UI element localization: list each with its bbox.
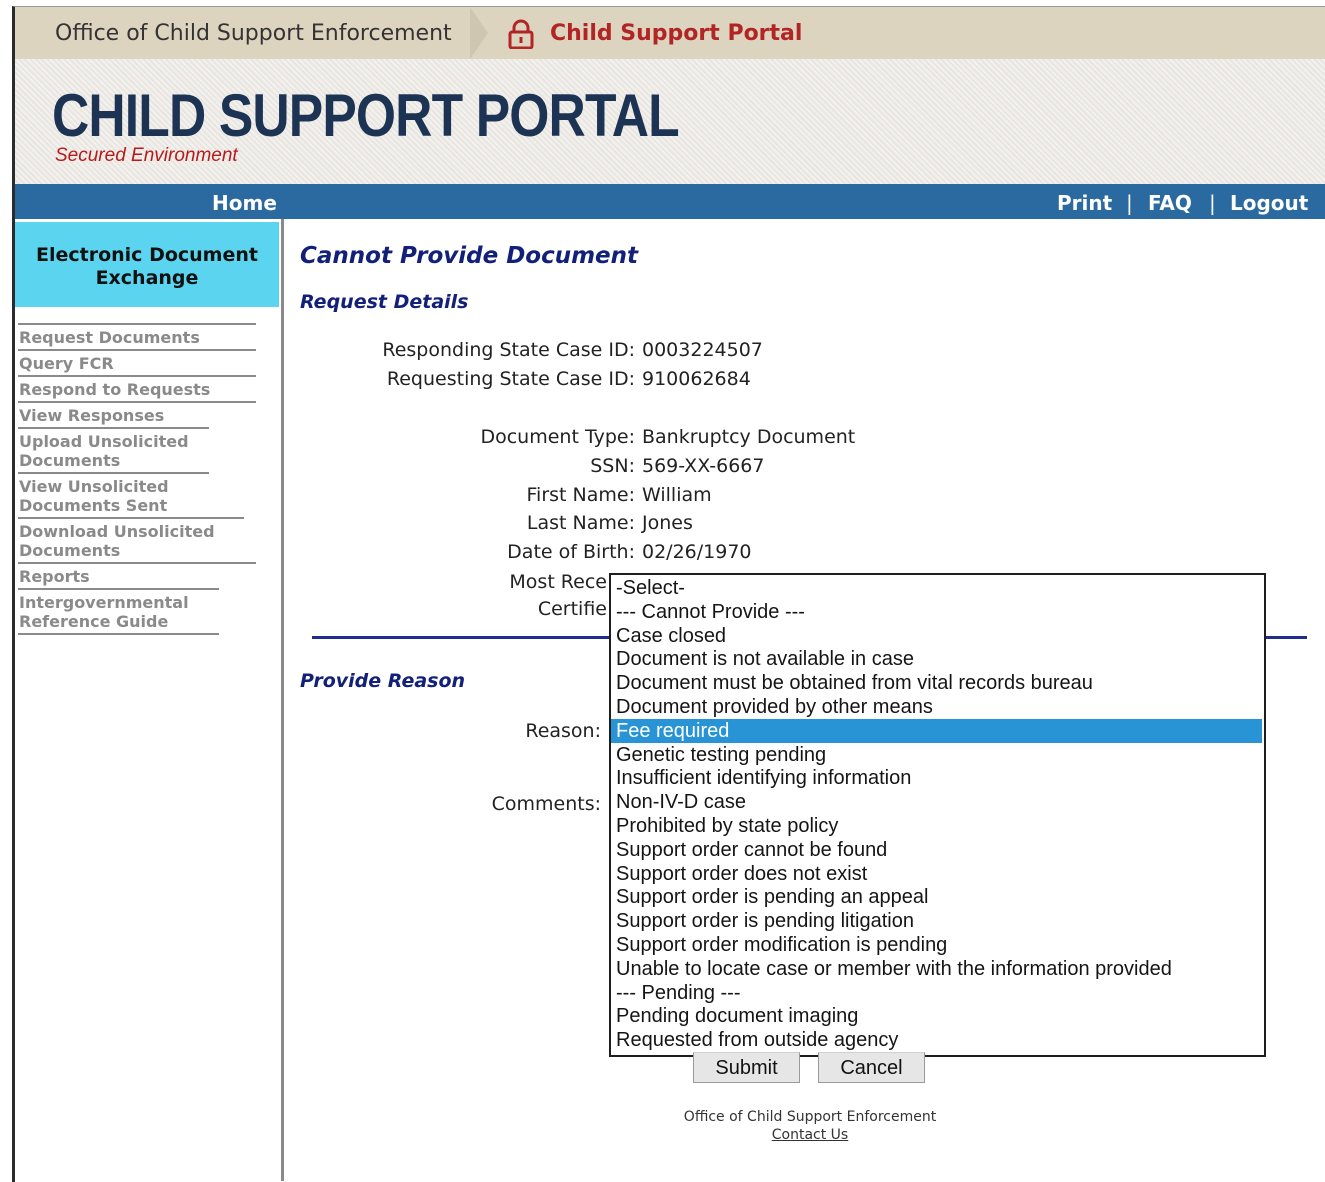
request-details-heading: Request Details bbox=[300, 291, 469, 313]
responding-case-label: Responding State Case ID: bbox=[382, 339, 635, 361]
nav-faq-link[interactable]: FAQ bbox=[1148, 191, 1192, 215]
reason-option[interactable]: Support order does not exist bbox=[611, 862, 1262, 886]
reason-option[interactable]: --- Pending --- bbox=[611, 981, 1262, 1005]
lock-icon bbox=[508, 19, 534, 49]
reason-option[interactable]: Genetic testing pending bbox=[611, 743, 1262, 767]
sidebar: Electronic Document Exchange Request Doc… bbox=[15, 219, 284, 1181]
certified-label: Certifie bbox=[537, 598, 607, 620]
document-type-label: Document Type: bbox=[480, 426, 635, 448]
last-name-label: Last Name: bbox=[526, 512, 635, 534]
reason-option[interactable]: Unable to locate case or member with the… bbox=[611, 957, 1262, 981]
reason-option[interactable]: Document is not available in case bbox=[611, 647, 1262, 671]
sidebar-item-view-responses[interactable]: View Responses bbox=[18, 401, 256, 427]
breadcrumb-separator bbox=[470, 7, 488, 59]
reason-option[interactable]: --- Cannot Provide --- bbox=[611, 600, 1262, 624]
reason-option[interactable]: Document must be obtained from vital rec… bbox=[611, 671, 1262, 695]
comments-label: Comments: bbox=[491, 793, 601, 815]
sidebar-header-line: Exchange bbox=[95, 267, 199, 289]
reason-option[interactable]: Pending document imaging bbox=[611, 1004, 1262, 1028]
sidebar-item-reports[interactable]: Reports bbox=[18, 562, 256, 588]
reason-option[interactable]: Requested from outside agency bbox=[611, 1028, 1262, 1052]
ssn-label: SSN: bbox=[590, 455, 635, 477]
reason-option[interactable]: Insufficient identifying information bbox=[611, 766, 1262, 790]
first-name-label: First Name: bbox=[526, 484, 635, 506]
sidebar-header: Electronic Document Exchange bbox=[15, 222, 279, 307]
top-strip: Office of Child Support Enforcement Chil… bbox=[15, 7, 1325, 59]
footer-org: Office of Child Support Enforcement bbox=[683, 1109, 937, 1125]
reason-option[interactable]: -Select- bbox=[611, 576, 1262, 600]
cancel-button[interactable]: Cancel bbox=[818, 1052, 925, 1083]
sidebar-menu: Request Documents Query FCR Respond to R… bbox=[18, 323, 256, 635]
nav-bar: Home Print | FAQ | Logout bbox=[15, 184, 1325, 219]
nav-separator: | bbox=[1209, 191, 1216, 215]
reason-option[interactable]: Support order cannot be found bbox=[611, 838, 1262, 862]
submit-button[interactable]: Submit bbox=[693, 1052, 800, 1083]
reason-option[interactable]: Non-IV-D case bbox=[611, 790, 1262, 814]
nav-logout-link[interactable]: Logout bbox=[1230, 191, 1308, 215]
reason-option[interactable]: Support order modification is pending bbox=[611, 933, 1262, 957]
reason-label: Reason: bbox=[525, 720, 601, 742]
reason-option[interactable]: Support order is pending litigation bbox=[611, 909, 1262, 933]
portal-banner: CHILD SUPPORT PORTAL Secured Environment bbox=[15, 59, 1325, 184]
portal-link[interactable]: Child Support Portal bbox=[550, 21, 802, 46]
sidebar-item-query-fcr[interactable]: Query FCR bbox=[18, 349, 256, 375]
sidebar-item-download-unsolicited[interactable]: Download Unsolicited Documents bbox=[18, 517, 244, 562]
sidebar-item-view-unsolicited-sent[interactable]: View Unsolicited Documents Sent bbox=[18, 472, 209, 517]
nav-separator: | bbox=[1126, 191, 1133, 215]
provide-reason-heading: Provide Reason bbox=[300, 670, 466, 692]
reason-option[interactable]: Support order is pending an appeal bbox=[611, 885, 1262, 909]
sidebar-item-reference-guide[interactable]: Intergovernmental Reference Guide bbox=[18, 588, 219, 635]
agency-link[interactable]: Office of Child Support Enforcement bbox=[55, 21, 452, 46]
sidebar-item-upload-unsolicited[interactable]: Upload Unsolicited Documents bbox=[18, 427, 209, 472]
portal-subtitle: Secured Environment bbox=[55, 145, 238, 166]
reason-option[interactable]: Document provided by other means bbox=[611, 695, 1262, 719]
most-recent-label: Most Rece bbox=[509, 571, 607, 593]
portal-title: CHILD SUPPORT PORTAL bbox=[52, 82, 680, 149]
dob-label: Date of Birth: bbox=[507, 541, 635, 563]
contact-us-link[interactable]: Contact Us bbox=[600, 1127, 1020, 1143]
nav-home-link[interactable]: Home bbox=[212, 191, 277, 215]
page-title: Cannot Provide Document bbox=[300, 243, 639, 269]
reason-option[interactable]: Case closed bbox=[611, 624, 1262, 648]
reason-option[interactable]: Prohibited by state policy bbox=[611, 814, 1262, 838]
reason-dropdown-list[interactable]: -Select- --- Cannot Provide --- Case close… bbox=[609, 573, 1266, 1057]
sidebar-header-line: Electronic Document bbox=[36, 244, 258, 266]
nav-print-link[interactable]: Print bbox=[1057, 191, 1112, 215]
sidebar-item-respond-to-requests[interactable]: Respond to Requests bbox=[18, 375, 256, 401]
sidebar-item-request-documents[interactable]: Request Documents bbox=[18, 323, 256, 349]
reason-option[interactable]: Fee required bbox=[611, 718, 1262, 743]
requesting-case-label: Requesting State Case ID: bbox=[386, 368, 635, 390]
